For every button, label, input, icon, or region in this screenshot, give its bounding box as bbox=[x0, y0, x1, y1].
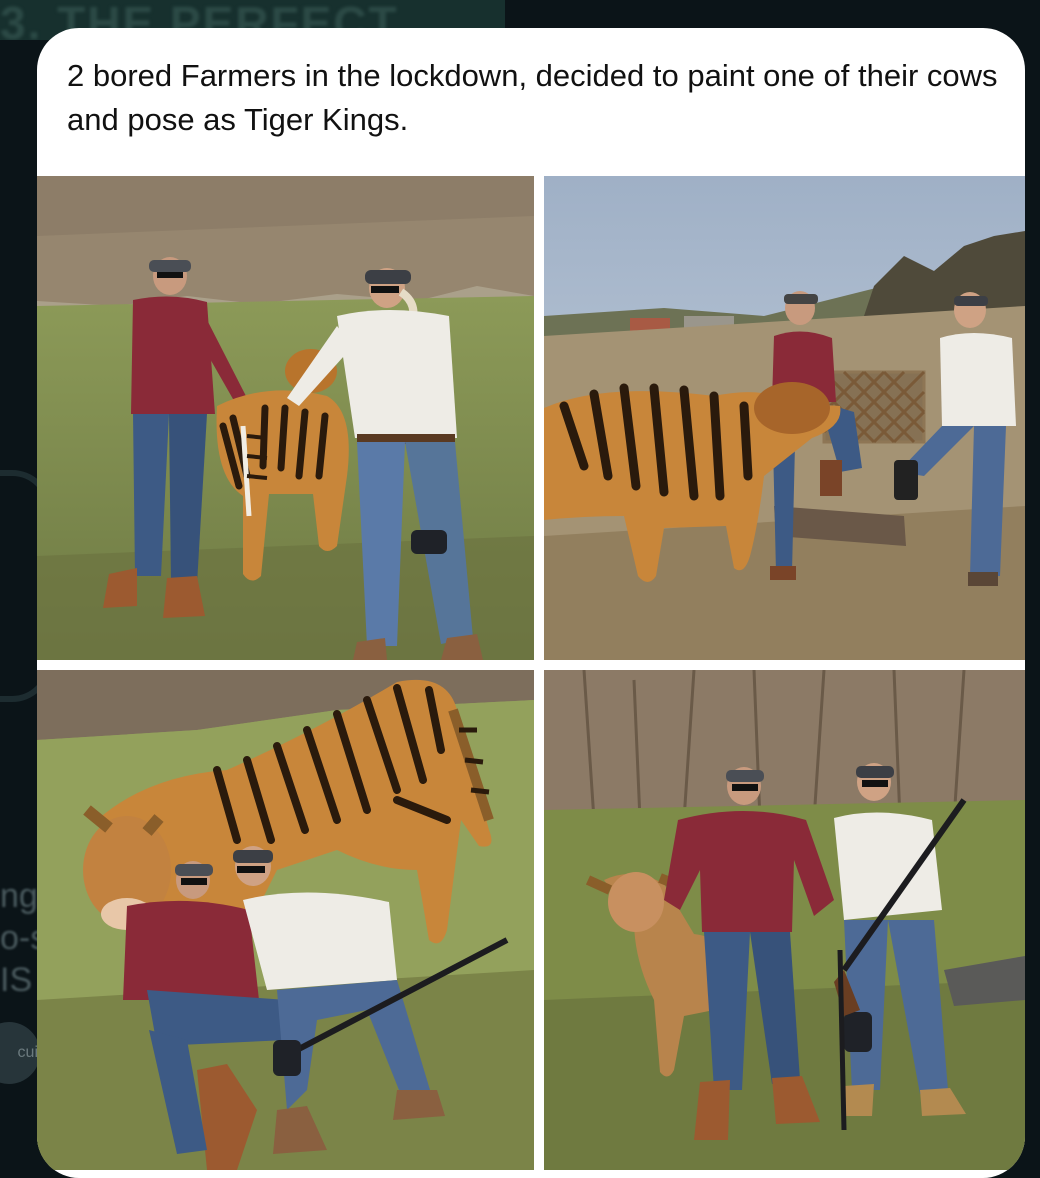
photo-2[interactable] bbox=[544, 176, 1025, 660]
photo-1[interactable] bbox=[37, 176, 534, 660]
photo-4-image bbox=[544, 670, 1025, 1170]
photo-1-image bbox=[37, 176, 534, 660]
photo-4[interactable] bbox=[544, 670, 1025, 1170]
background-avatar-badge: cui bbox=[0, 1022, 40, 1084]
photo-3-image bbox=[37, 670, 534, 1170]
background-side-text: IS bbox=[0, 961, 33, 999]
photo-3[interactable] bbox=[37, 670, 534, 1170]
post-caption: 2 bored Farmers in the lockdown, decided… bbox=[67, 58, 998, 137]
background-badge-text: cui bbox=[17, 1044, 38, 1061]
meme-card[interactable]: 2 bored Farmers in the lockdown, decided… bbox=[37, 28, 1025, 1178]
background-side-text: ng bbox=[0, 877, 38, 915]
photo-2-image bbox=[544, 176, 1025, 660]
